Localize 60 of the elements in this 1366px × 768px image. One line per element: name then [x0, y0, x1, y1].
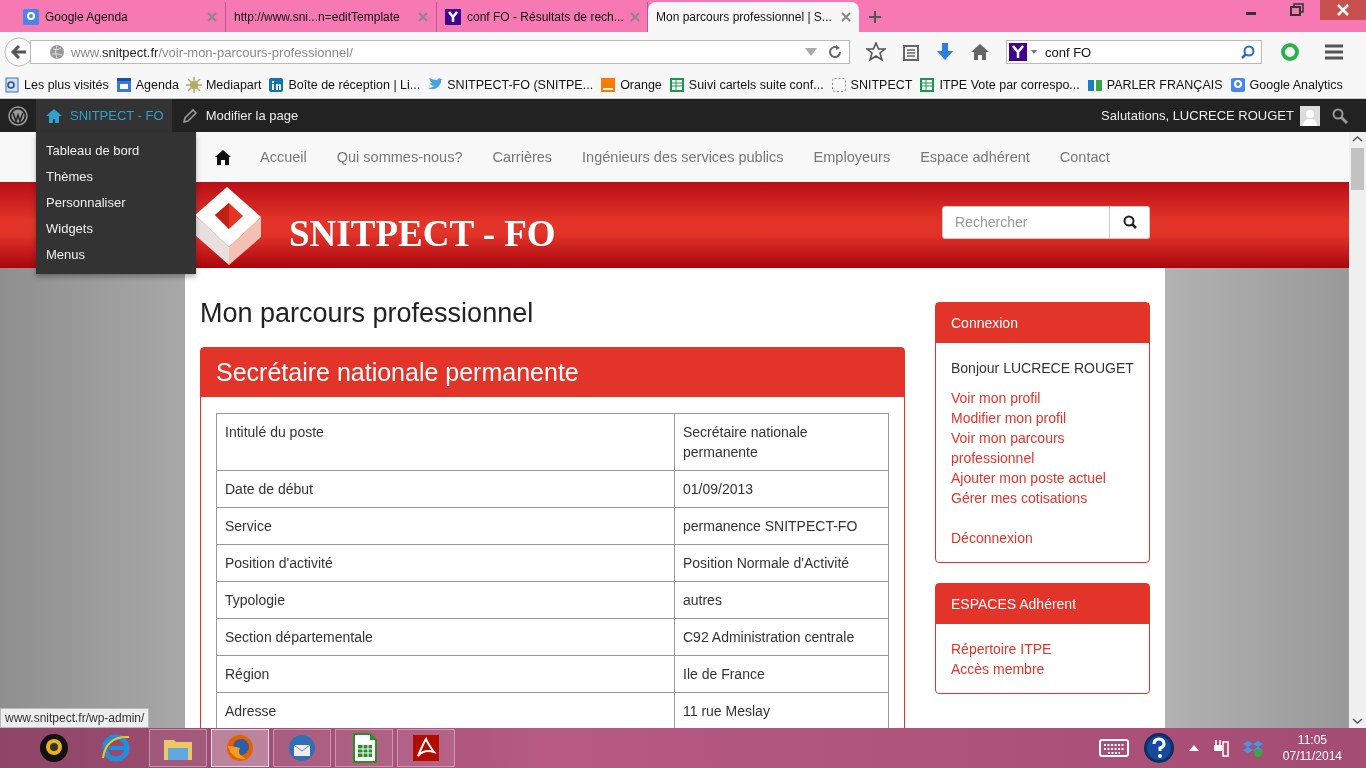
address-bar[interactable]: www.snitpect.fr/voir-mon-parcours-professionnel/	[30, 40, 850, 64]
bookmark[interactable]: Google Analytics	[1229, 77, 1343, 93]
widget-title: Connexion	[936, 303, 1149, 343]
sidebar-link[interactable]: Modifier mon profil	[951, 408, 1134, 428]
nav-link[interactable]: Accueil	[245, 149, 322, 165]
sidebar-link[interactable]: Voir mon parcours professionnel	[951, 428, 1134, 468]
table-cell: permanence SNITPECT-FO	[674, 507, 889, 545]
nav-link[interactable]: Carrières	[477, 149, 568, 165]
bookmark[interactable]: SNITPECT	[830, 77, 913, 93]
table-cell: Position d'activité	[216, 544, 675, 582]
clock[interactable]: 11:05 07/11/2014	[1282, 732, 1342, 764]
browser-tab[interactable]: Mon parcours professionnel | S...	[648, 2, 859, 32]
status-url: www.snitpect.fr/wp-admin/	[0, 708, 150, 728]
nav-link[interactable]: Espace adhérent	[905, 149, 1045, 165]
bookmark[interactable]: Suivi cartels suite conf...	[668, 77, 824, 93]
sidebar-link[interactable]: Ajouter mon poste actuel	[951, 468, 1134, 488]
nav-link[interactable]: Employeurs	[798, 149, 906, 165]
bookmark[interactable]: ITPE Vote par correspo...	[919, 77, 1080, 93]
bookmark[interactable]: Orange	[600, 77, 662, 93]
table-cell: autres	[674, 581, 889, 619]
bookmark[interactable]: Boîte de réception | Li...	[268, 77, 421, 93]
page-heading: Mon parcours professionnel	[200, 298, 535, 329]
bookmark[interactable]: Mediapart	[185, 77, 262, 93]
table-cell: Région	[216, 655, 675, 693]
greeting-text: Bonjour LUCRECE ROUGET	[951, 359, 1134, 378]
table-cell: Service	[216, 507, 675, 545]
menu-item[interactable]: Thèmes	[36, 164, 196, 190]
table-cell: Position Normale d'Activité	[674, 544, 889, 582]
table-cell: Ile de France	[674, 655, 889, 693]
table-cell: Secrétaire nationale permanente	[674, 413, 889, 471]
search-field[interactable]: conf FO	[1006, 40, 1262, 64]
table-cell: Section départementale	[216, 618, 675, 656]
sidebar-link[interactable]: Déconnexion	[951, 528, 1134, 548]
bookmark[interactable]: PARLER FRANÇAIS	[1086, 77, 1223, 93]
table-cell: Intitulé du poste	[216, 413, 675, 471]
url-text: www.snitpect.fr/voir-mon-parcours-professionnel/	[71, 44, 353, 60]
widget-title: ESPACES Adhérent	[936, 584, 1149, 624]
search-field[interactable]: Rechercher	[942, 205, 1110, 239]
bookmark[interactable]: Agenda	[115, 77, 179, 93]
table-cell: C92 Administration centrale	[674, 618, 889, 656]
menu-item[interactable]: Widgets	[36, 216, 196, 242]
nav-link[interactable]: Qui sommes-nous?	[321, 149, 478, 165]
bookmark[interactable]: SNITPECT-FO (SNITPE...	[427, 77, 594, 93]
sidebar-link[interactable]: Gérer mes cotisations	[951, 488, 1134, 508]
edit-page-link[interactable]: Modifier la page	[171, 107, 309, 124]
sidebar-link[interactable]: Répertoire ITPE	[951, 639, 1134, 659]
nav-link[interactable]: Ingénieurs des services publics	[567, 149, 799, 165]
sidebar-link[interactable]: Accès membre	[951, 659, 1134, 679]
table-cell: Date de début	[216, 470, 675, 508]
site-title[interactable]: SNITPECT - FO	[289, 211, 556, 255]
menu-item[interactable]: Tableau de bord	[36, 138, 196, 164]
table-cell: 01/09/2013	[674, 470, 889, 508]
table-cell: Typologie	[216, 581, 675, 619]
card-title: Secrétaire nationale permanente	[201, 348, 904, 397]
account-menu[interactable]: Salutations, LUCRECE ROUGET	[1101, 105, 1332, 126]
bookmark[interactable]: Les plus visités	[4, 77, 109, 93]
sidebar-link[interactable]: Voir mon profil	[951, 388, 1134, 408]
menu-item[interactable]: Personnaliser	[36, 190, 196, 216]
nav-link[interactable]: Contact	[1044, 149, 1125, 165]
menu-item[interactable]: Menus	[36, 242, 196, 268]
